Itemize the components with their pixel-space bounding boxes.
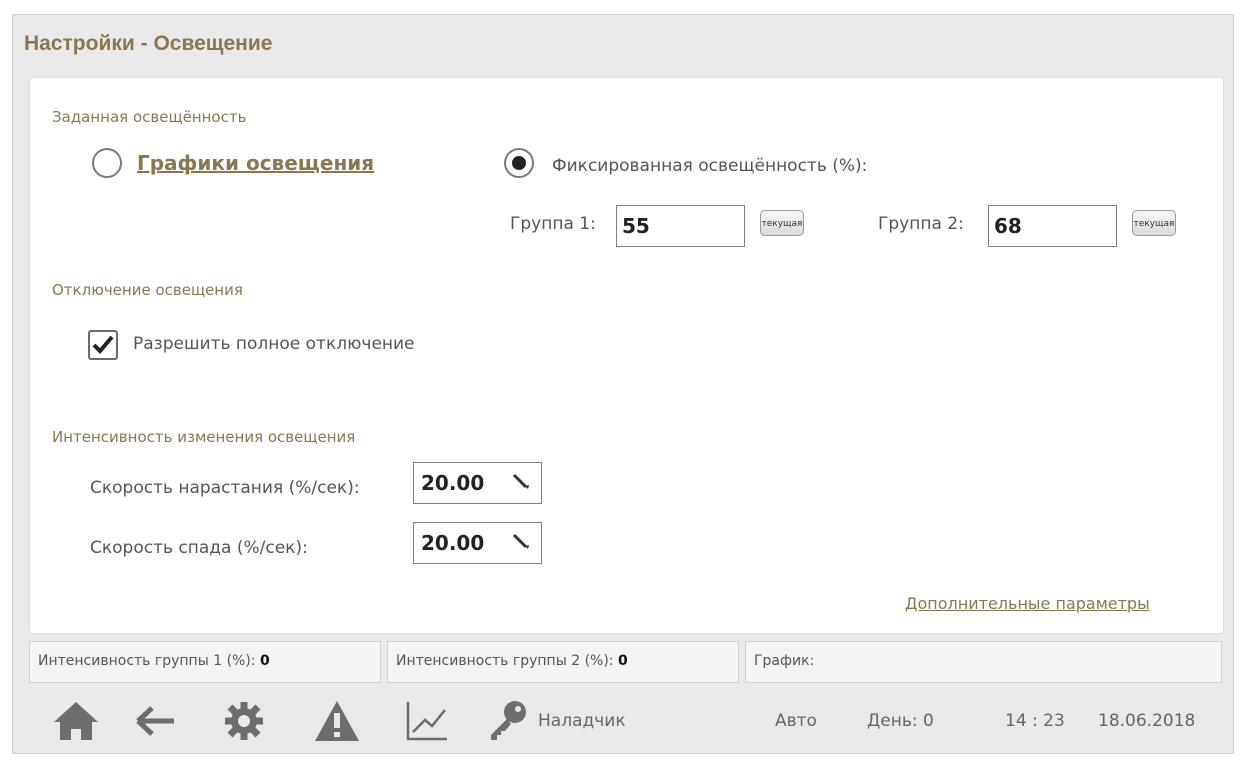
chart-icon[interactable] <box>405 700 449 742</box>
fall-rate-value: 20.00 <box>421 531 485 555</box>
day-label: День: 0 <box>867 711 934 731</box>
group1-current-button[interactable]: текущая <box>760 210 804 236</box>
status-schedule-label: График: <box>754 653 815 669</box>
allow-shutdown-checkbox[interactable] <box>88 330 118 360</box>
home-icon[interactable] <box>52 700 100 742</box>
group1-label: Группа 1: <box>510 214 596 234</box>
key-icon[interactable] <box>487 698 531 742</box>
status-group2-label: Интенсивность группы 2 (%): <box>396 653 614 669</box>
date-label: 18.06.2018 <box>1098 711 1196 731</box>
schedule-radio[interactable] <box>92 148 122 178</box>
rise-rate-label: Скорость нарастания (%/сек): <box>90 478 360 498</box>
shutdown-section-title: Отключение освещения <box>52 281 243 299</box>
page-title: Настройки - Освещение <box>24 32 273 55</box>
check-icon <box>92 335 114 354</box>
fixed-label: Фиксированная освещённость (%): <box>552 156 868 176</box>
status-group2: Интенсивность группы 2 (%): 0 <box>387 641 739 683</box>
fall-rate-input[interactable]: 20.00 <box>413 522 542 564</box>
status-schedule: График: <box>745 641 1222 683</box>
group2-current-button[interactable]: текущая <box>1132 210 1176 236</box>
status-group2-value: 0 <box>617 653 628 669</box>
fall-rate-label: Скорость спада (%/сек): <box>90 538 308 558</box>
schedule-link[interactable]: Графики освещения <box>137 151 374 175</box>
time-label: 14 : 23 <box>1005 711 1065 731</box>
warning-icon[interactable] <box>313 699 361 743</box>
edit-pencil-icon[interactable] <box>511 531 531 551</box>
status-group1-label: Интенсивность группы 1 (%): <box>38 653 256 669</box>
rise-rate-value: 20.00 <box>421 471 485 495</box>
fixed-radio[interactable] <box>504 148 534 178</box>
more-params-link[interactable]: Дополнительные параметры <box>905 594 1150 613</box>
back-arrow-icon[interactable] <box>134 702 178 740</box>
group2-input[interactable]: 68 <box>988 205 1117 247</box>
status-group1-value: 0 <box>259 653 270 669</box>
group1-input[interactable]: 55 <box>616 205 745 247</box>
edit-pencil-icon[interactable] <box>511 471 531 491</box>
allow-shutdown-label: Разрешить полное отключение <box>133 334 415 354</box>
setpoint-section-title: Заданная освещённость <box>52 108 247 126</box>
status-group1: Интенсивность группы 1 (%): 0 <box>29 641 381 683</box>
user-label: Наладчик <box>538 711 626 731</box>
intensity-section-title: Интенсивность изменения освещения <box>52 428 356 446</box>
mode-label: Авто <box>775 711 817 731</box>
radio-selected-dot <box>512 156 526 170</box>
rise-rate-input[interactable]: 20.00 <box>413 462 542 504</box>
gear-icon[interactable] <box>222 699 266 743</box>
group2-label: Группа 2: <box>878 214 964 234</box>
